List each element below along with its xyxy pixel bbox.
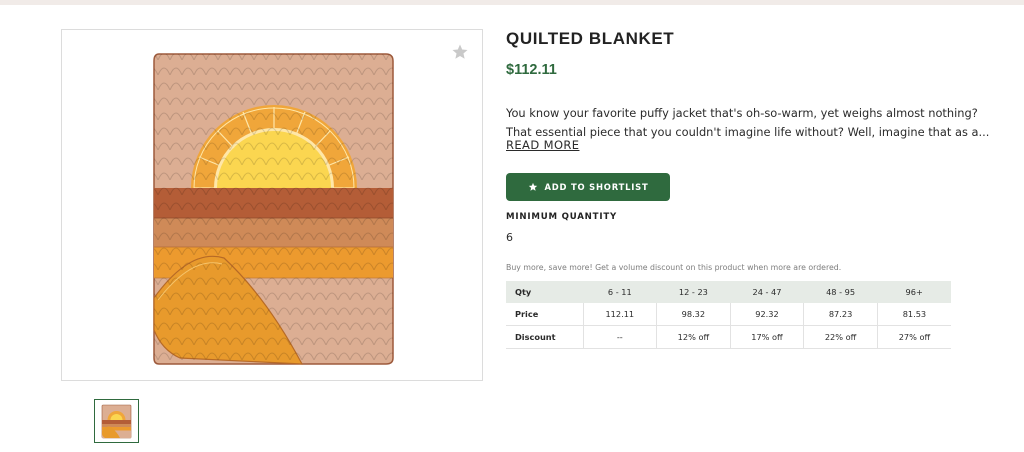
top-strip (0, 0, 1024, 5)
table-header-cell: 24 - 47 (730, 281, 804, 303)
table-cell: 17% off (730, 325, 805, 349)
product-description: You know your favorite puffy jacket that… (506, 104, 989, 141)
product-title: QUILTED BLANKET (506, 29, 675, 48)
favorite-star-icon[interactable] (451, 43, 469, 61)
minimum-quantity-label: MINIMUM QUANTITY (506, 212, 618, 222)
table-cell: 87.23 (803, 303, 878, 326)
table-header-cell: Qty (506, 281, 583, 303)
table-header-cell: 96+ (877, 281, 951, 303)
star-icon (528, 182, 537, 191)
product-image-frame (61, 29, 483, 381)
volume-pricing-table: Qty 6 - 11 12 - 23 24 - 47 48 - 95 96+ P… (506, 281, 951, 349)
add-to-shortlist-label: ADD TO SHORTLIST (544, 182, 649, 192)
table-cell: 12% off (656, 325, 731, 349)
table-row-price: Price 112.11 98.32 92.32 87.23 81.53 (506, 303, 951, 326)
table-cell: 98.32 (656, 303, 731, 326)
table-header-cell: 12 - 23 (656, 281, 731, 303)
table-cell: 92.32 (730, 303, 805, 326)
table-cell: Discount (506, 325, 584, 349)
table-header-row: Qty 6 - 11 12 - 23 24 - 47 48 - 95 96+ (506, 281, 951, 303)
table-cell: 81.53 (877, 303, 951, 326)
table-header-cell: 48 - 95 (803, 281, 878, 303)
read-more-link[interactable]: READ MORE (506, 138, 579, 152)
volume-discount-note: Buy more, save more! Get a volume discou… (506, 263, 842, 272)
product-image (153, 53, 394, 365)
table-cell: 112.11 (583, 303, 658, 326)
table-cell: Price (506, 303, 584, 326)
table-row-discount: Discount -- 12% off 17% off 22% off 27% … (506, 325, 951, 349)
product-price: $112.11 (506, 62, 557, 78)
table-cell: 27% off (877, 325, 951, 349)
table-cell: 22% off (803, 325, 878, 349)
thumbnail-1[interactable] (94, 399, 139, 443)
table-cell: -- (583, 325, 658, 349)
add-to-shortlist-button[interactable]: ADD TO SHORTLIST (506, 173, 670, 201)
minimum-quantity-value: 6 (506, 231, 513, 244)
table-header-cell: 6 - 11 (583, 281, 657, 303)
description-line-1: You know your favorite puffy jacket that… (506, 106, 978, 120)
thumbnail-image (101, 404, 132, 439)
description-line-2: That essential piece that you couldn't i… (506, 124, 990, 139)
